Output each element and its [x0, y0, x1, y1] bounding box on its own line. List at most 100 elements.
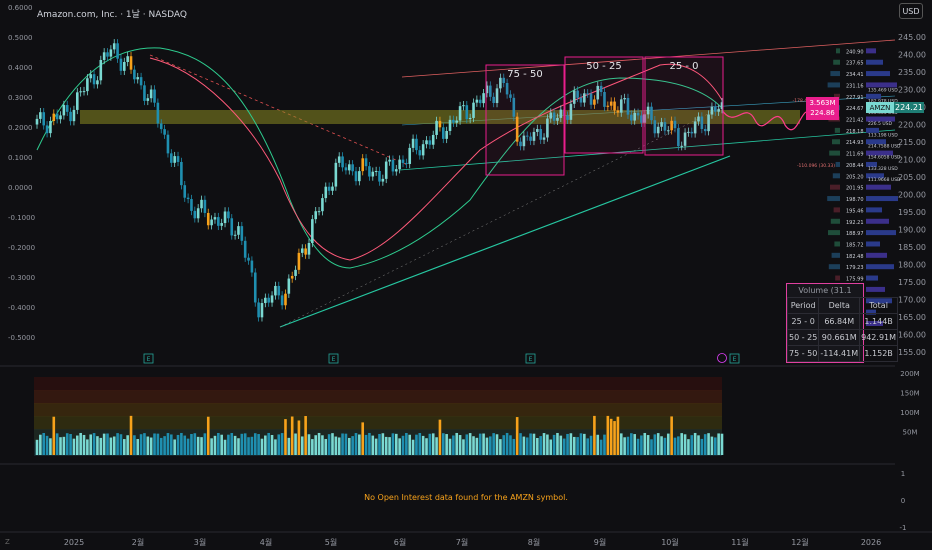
- volume-bar: [539, 436, 542, 455]
- candle-body: [374, 171, 378, 173]
- volume-bar: [112, 436, 116, 455]
- volume-bar: [253, 433, 257, 455]
- candle-body: [364, 158, 368, 167]
- volume-bar: [532, 433, 536, 455]
- volume-bar: [519, 433, 522, 455]
- volume-bar: [525, 437, 529, 455]
- volume-bar: [572, 436, 576, 455]
- volume-bar: [264, 435, 267, 455]
- dividend-marker: [717, 353, 727, 363]
- volume-bar: [606, 415, 610, 455]
- candle-body: [129, 56, 133, 70]
- volume-tick-label: 100M: [900, 409, 919, 417]
- volume-bar: [663, 437, 667, 455]
- candle-body: [240, 226, 244, 241]
- volume-bar: [210, 438, 213, 455]
- candle-body: [173, 156, 176, 163]
- profile-bar-right: [866, 71, 890, 77]
- volume-bar: [220, 434, 223, 455]
- left-tick-label: 0.4000: [8, 64, 33, 72]
- candle-body: [119, 58, 123, 71]
- trend-line: [279, 155, 731, 328]
- volume-bar: [193, 433, 197, 455]
- volume-bar: [347, 437, 351, 455]
- volume-bar: [552, 434, 556, 455]
- price-tick-label: 190.00: [898, 226, 926, 235]
- profile-price-label: 218.18: [846, 129, 864, 135]
- profile-bar-left: [836, 48, 840, 54]
- candle-body: [69, 111, 72, 122]
- candle-body: [217, 217, 220, 226]
- profile-bar-right: [866, 59, 883, 65]
- volume-bar: [358, 434, 361, 455]
- candle-body: [243, 240, 247, 258]
- left-tick-label: 0.1000: [8, 154, 33, 162]
- candle-body: [334, 162, 338, 187]
- profile-price-label: 195.46: [846, 208, 864, 214]
- candle-body: [462, 105, 465, 107]
- volume-bar: [290, 416, 294, 455]
- time-tick-label: 5월: [325, 537, 337, 547]
- price-tick-label: 245.00: [898, 33, 926, 42]
- table-row: 75 - 50 -114.41M 1.152B: [786, 345, 899, 362]
- candle-body: [92, 74, 96, 85]
- volume-bar: [321, 435, 324, 455]
- volume-bar: [72, 438, 76, 455]
- candle-body: [49, 120, 52, 134]
- period-cell: 25 - 0: [786, 313, 820, 330]
- left-tick-label: -0.2000: [8, 244, 35, 252]
- time-tick-label: 9월: [594, 537, 606, 547]
- profile-bar-left: [828, 264, 840, 270]
- candle-body: [472, 102, 475, 118]
- profile-bar-right: [866, 252, 887, 258]
- volume-bar: [274, 439, 277, 455]
- last-price-tag: 224.21: [894, 102, 924, 113]
- candle-body: [153, 89, 156, 103]
- price-tick-label: 215.00: [898, 138, 926, 147]
- time-tick-label: 7월: [456, 537, 468, 547]
- candle-body: [89, 74, 93, 79]
- price-tick-label: 165.00: [898, 313, 926, 322]
- period-box-label: 25 - 0: [669, 61, 698, 72]
- volume-bar: [203, 433, 207, 455]
- left-tick-label: 0.2000: [8, 124, 33, 132]
- candle-body: [45, 125, 49, 134]
- volume-bar: [277, 434, 281, 455]
- profile-right-label: 111.9668 USD: [868, 177, 901, 183]
- volume-bar: [378, 433, 381, 455]
- candle-body: [39, 112, 42, 119]
- volume-bar: [636, 438, 640, 455]
- volume-bar: [45, 435, 49, 455]
- price-tick-label: 200.00: [898, 191, 926, 200]
- volume-bar: [677, 436, 680, 455]
- candle-body: [452, 119, 455, 123]
- volume-bar: [133, 435, 136, 455]
- profile-right-label: 226.5 USD: [868, 121, 892, 127]
- volume-price-tag: 3.563M 224.86: [806, 97, 839, 120]
- volume-bar: [257, 434, 260, 455]
- timezone-button[interactable]: Z: [5, 538, 10, 546]
- volume-bar: [129, 415, 133, 455]
- candle-body: [468, 117, 472, 120]
- candle-body: [223, 211, 227, 224]
- volume-bar: [183, 435, 187, 455]
- oi-tick-label: -1: [900, 524, 907, 532]
- col-period: Period: [786, 297, 820, 314]
- candle-body: [415, 138, 418, 151]
- volume-bar: [630, 433, 633, 455]
- profile-bar-right: [866, 230, 896, 236]
- left-tick-label: -0.1000: [8, 214, 35, 222]
- profile-price-label: 221.42: [846, 118, 864, 124]
- volume-bar: [250, 436, 254, 455]
- volume-bar: [280, 433, 284, 455]
- volume-bar: [502, 435, 506, 455]
- volume-bar: [99, 437, 103, 455]
- candle-body: [72, 109, 76, 122]
- candle-body: [478, 99, 482, 104]
- volume-bar: [233, 435, 237, 455]
- left-tick-label: 0.5000: [8, 34, 33, 42]
- volume-bar: [579, 433, 583, 455]
- candle-body: [358, 171, 361, 182]
- currency-button[interactable]: USD: [899, 3, 923, 19]
- volume-bar: [311, 439, 314, 455]
